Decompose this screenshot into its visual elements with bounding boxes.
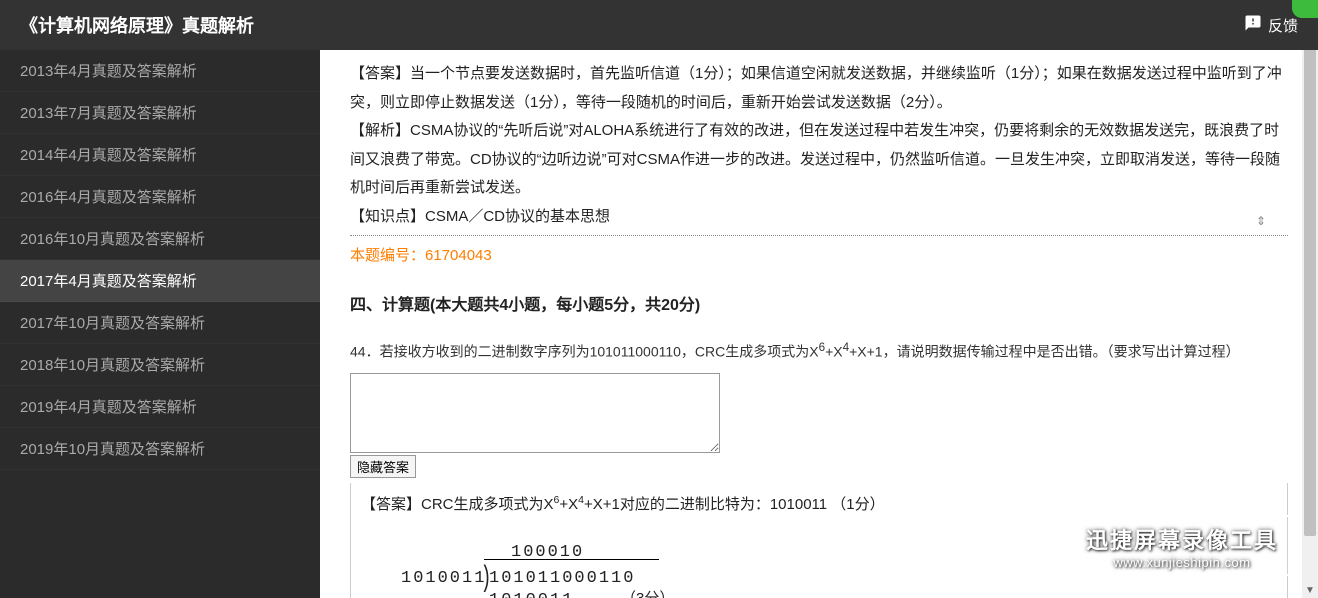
sidebar-item-2019-10[interactable]: 2019年10月真题及答案解析 bbox=[0, 428, 320, 470]
sidebar: 2013年4月真题及答案解析 2013年7月真题及答案解析 2014年4月真题及… bbox=[0, 50, 320, 598]
sidebar-item-label: 2019年10月真题及答案解析 bbox=[20, 441, 205, 458]
ld-divisor: 1010011 bbox=[401, 563, 486, 595]
outer-scrollbar[interactable]: ▲ ▼ bbox=[1302, 0, 1318, 598]
sidebar-item-label: 2019年4月真题及答案解析 bbox=[20, 399, 197, 416]
sidebar-item-2018-10[interactable]: 2018年10月真题及答案解析 bbox=[0, 344, 320, 386]
toggle-answer-button[interactable]: 隐藏答案 bbox=[350, 455, 416, 478]
sidebar-item-2019-04[interactable]: 2019年4月真题及答案解析 bbox=[0, 386, 320, 428]
sidebar-item-2013-07[interactable]: 2013年7月真题及答案解析 bbox=[0, 92, 320, 134]
corner-decoration bbox=[1292, 0, 1318, 18]
sidebar-item-2017-10[interactable]: 2017年10月真题及答案解析 bbox=[0, 302, 320, 344]
header-bar: 《计算机网络原理》真题解析 反馈 bbox=[0, 0, 1318, 50]
scroll-down-icon[interactable]: ▼ bbox=[1302, 582, 1318, 598]
question-id: 本题编号：61704043 bbox=[350, 242, 1288, 271]
sidebar-item-label: 2016年4月真题及答案解析 bbox=[20, 189, 197, 206]
answer-textarea[interactable] bbox=[350, 373, 720, 453]
ld-bar bbox=[484, 559, 659, 560]
sidebar-item-2016-04[interactable]: 2016年4月真题及答案解析 bbox=[0, 176, 320, 218]
sidebar-item-label: 2013年4月真题及答案解析 bbox=[20, 63, 197, 80]
answer-text: 【答案】当一个节点要发送数据时，首先监听信道（1分）；如果信道空闲就发送数据，并… bbox=[350, 60, 1288, 117]
q44-suffix: +X+1，请说明数据传输过程中是否出错。（要求写出计算过程） bbox=[849, 344, 1239, 360]
feedback-icon bbox=[1244, 14, 1262, 36]
watermark: 迅捷屏幕录像工具 www.xunjieshipin.com bbox=[1070, 515, 1294, 576]
feedback-label: 反馈 bbox=[1268, 15, 1298, 36]
feedback-button[interactable]: 反馈 bbox=[1244, 14, 1298, 36]
q44-prefix: 44．若接收方收到的二进制数字序列为101011000110，CRC生成多项式为… bbox=[350, 344, 819, 360]
sidebar-item-label: 2017年10月真题及答案解析 bbox=[20, 315, 205, 332]
sidebar-item-label: 2013年7月真题及答案解析 bbox=[20, 105, 197, 122]
watermark-title: 迅捷屏幕录像工具 bbox=[1086, 523, 1278, 555]
sidebar-item-2017-04[interactable]: 2017年4月真题及答案解析 bbox=[0, 260, 320, 302]
resize-handle-icon[interactable]: ⇕ bbox=[1256, 210, 1266, 233]
analysis-text: 【解析】CSMA协议的“先听后说”对ALOHA系统进行了有效的改进，但在发送过程… bbox=[350, 117, 1288, 203]
ld-sub1: 1010011 bbox=[489, 585, 574, 598]
ld-score: （3分） bbox=[621, 585, 674, 598]
section-heading: 四、计算题(本大题共4小题，每小题5分，共20分) bbox=[350, 291, 1288, 321]
sidebar-item-2013-04[interactable]: 2013年4月真题及答案解析 bbox=[0, 50, 320, 92]
previous-answer-block: 【答案】当一个节点要发送数据时，首先监听信道（1分）；如果信道空闲就发送数据，并… bbox=[350, 60, 1288, 236]
question-44-text: 44．若接收方收到的二进制数字序列为101011000110，CRC生成多项式为… bbox=[350, 337, 1288, 365]
sidebar-item-label: 2014年4月真题及答案解析 bbox=[20, 147, 197, 164]
sidebar-item-label: 2017年4月真题及答案解析 bbox=[20, 273, 197, 290]
a44-prefix: 【答案】CRC生成多项式为X bbox=[361, 496, 554, 513]
sidebar-item-2016-10[interactable]: 2016年10月真题及答案解析 bbox=[0, 218, 320, 260]
watermark-url: www.xunjieshipin.com bbox=[1086, 555, 1278, 570]
a44-mid1: +X bbox=[559, 496, 578, 513]
sidebar-item-2014-04[interactable]: 2014年4月真题及答案解析 bbox=[0, 134, 320, 176]
page-title: 《计算机网络原理》真题解析 bbox=[20, 12, 254, 38]
long-division: 100010 1010011 ) 101011000110 1010011 （3… bbox=[361, 537, 781, 598]
q44-mid1: +X bbox=[825, 344, 843, 360]
a44-suffix: +X+1对应的二进制比特为：1010011 （1分） bbox=[584, 496, 885, 513]
knowledge-text: 【知识点】CSMA／CD协议的基本思想 bbox=[350, 203, 1288, 232]
scroll-thumb[interactable] bbox=[1304, 16, 1316, 536]
sidebar-item-label: 2016年10月真题及答案解析 bbox=[20, 231, 205, 248]
sidebar-item-label: 2018年10月真题及答案解析 bbox=[20, 357, 205, 374]
